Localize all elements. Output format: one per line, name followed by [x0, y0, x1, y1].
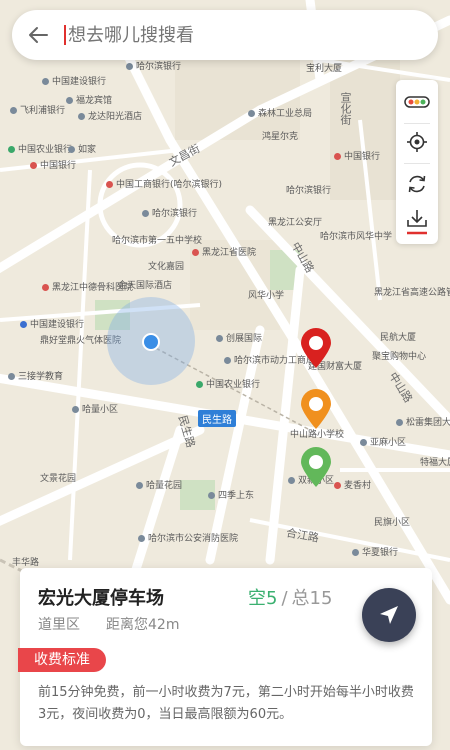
poi-label: 飞利浦银行: [10, 106, 65, 117]
search-input[interactable]: [68, 24, 408, 46]
parking-lot-name: 宏光大厦停车场: [38, 588, 164, 609]
poi-label: 黑龙江公安厅: [268, 218, 323, 228]
poi-label: 森林工业总局: [248, 109, 312, 120]
district-label: 道里区: [38, 617, 80, 633]
map-pin-icon: [301, 389, 331, 429]
poi-label: 风华小学: [248, 291, 285, 301]
poi-label: 松雷集团大厦: [396, 418, 450, 429]
locate-button[interactable]: [396, 122, 438, 162]
poi-label: 中国建设银行: [20, 320, 84, 331]
poi-label: 创展国际: [216, 334, 262, 345]
available-count: 5: [266, 588, 278, 609]
poi-label: 三接学教育: [8, 372, 63, 383]
poi-label: 黑龙江省医院: [192, 248, 256, 259]
poi-label: 民航大厦: [380, 333, 417, 343]
poi-label: 特福大厦: [420, 458, 450, 468]
poi-label: 聚宝购物中心: [372, 352, 427, 362]
poi-label: 哈量小区: [72, 405, 118, 416]
road-label: 宣化街: [339, 92, 352, 125]
poi-label: 黑龙江省高速公路管理局: [374, 288, 450, 298]
poi-label: 文化嘉园: [148, 262, 185, 272]
poi-label: 中国农业银行: [8, 145, 72, 156]
fee-standard-tag: 收费标准: [18, 648, 106, 672]
navigation-arrow-icon: [380, 606, 398, 624]
poi-label: 如家: [68, 145, 96, 156]
navigate-button[interactable]: [362, 588, 416, 642]
poi-label: 金天国际酒店: [118, 281, 173, 291]
poi-label: 哈量花园: [136, 481, 182, 492]
poi-label: 中国建设银行: [42, 77, 106, 88]
download-icon: [407, 210, 427, 235]
poi-label: 龙达阳光酒店: [78, 112, 142, 123]
availability: 空5/总15: [248, 588, 333, 609]
poi-label: 文景花园: [40, 474, 77, 484]
poi-label: 中山路小学校: [290, 430, 345, 440]
poi-label: 四季上东: [208, 491, 254, 502]
poi-label: 中国银行: [334, 152, 380, 163]
poi-label: 哈尔滨银行: [126, 62, 181, 73]
road-sign: 民生路: [198, 410, 236, 427]
poi-label: 麦香村: [334, 481, 371, 492]
poi-label: 哈尔滨银行: [142, 209, 197, 220]
traffic-icon: [404, 96, 430, 108]
back-button[interactable]: [12, 10, 64, 60]
my-location-dot: [142, 333, 160, 351]
poi-label: 福龙宾馆: [66, 96, 112, 107]
poi-label: 民旗小区: [374, 518, 411, 528]
poi-label: 中国工商银行(哈尔滨银行): [106, 180, 222, 191]
distance-label: 距离您42m: [106, 617, 180, 633]
total-count: 15: [309, 588, 333, 609]
map-pin-icon: [301, 447, 331, 487]
poi-label: 哈尔滨市风华中学: [320, 232, 393, 242]
poi-label: 华夏银行: [352, 548, 398, 559]
fee-description: 前15分钟免费，前一小时收费为7元，第二小时开始每半小时收费3元，夜间收费为0，…: [38, 685, 414, 722]
locate-icon: [407, 132, 427, 152]
back-arrow-icon: [29, 27, 48, 43]
map-pin-icon: [301, 328, 331, 368]
total-label: 总: [291, 588, 310, 609]
search-bar[interactable]: [12, 10, 438, 60]
refresh-icon: [408, 175, 426, 193]
poi-label: 哈尔滨市第一五中学校: [112, 236, 203, 246]
poi-label: 中国农业银行: [196, 380, 260, 391]
poi-label: 亚麻小区: [360, 438, 406, 449]
poi-label: 中国银行: [30, 161, 76, 172]
poi-label: 鸿星尔克: [262, 132, 299, 142]
refresh-button[interactable]: [396, 164, 438, 204]
poi-label: 哈尔滨市公安消防医院: [138, 534, 238, 545]
poi-label: 哈尔滨银行: [286, 186, 332, 196]
traffic-toggle-button[interactable]: [396, 82, 438, 122]
text-caret: [64, 25, 66, 45]
poi-label: 宝利大厦: [306, 64, 343, 74]
map-tools-panel: [396, 80, 438, 244]
download-button[interactable]: [396, 202, 438, 242]
available-label: 空: [248, 588, 266, 609]
